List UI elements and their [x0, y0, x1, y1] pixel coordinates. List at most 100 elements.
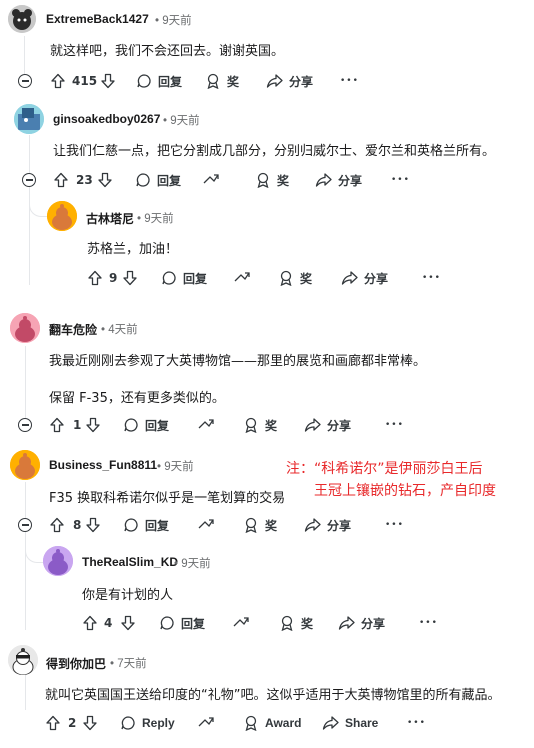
- comment-text: 就叫它英国国王送给印度的“礼物”吧。这似乎适用于大英博物馆里的所有藏品。: [45, 688, 501, 703]
- more-options-button[interactable]: •••: [407, 712, 426, 734]
- comment-text: 让我们仁慈一点，把它分割成几部分，分别归威尔士、爱尔兰和英格兰所有。: [53, 144, 496, 159]
- more-options-button[interactable]: •••: [391, 169, 410, 191]
- username[interactable]: 古林塔尼: [86, 210, 134, 227]
- user-avatar[interactable]: [14, 104, 44, 134]
- award-icon: [281, 615, 293, 631]
- user-avatar[interactable]: [10, 313, 40, 343]
- share-button[interactable]: 分享: [341, 267, 388, 289]
- comment-text: 苏格兰，加油！: [87, 242, 179, 257]
- reply-button[interactable]: 回复: [123, 414, 169, 436]
- upvote-button[interactable]: [53, 169, 69, 191]
- downvote-button[interactable]: [122, 267, 138, 289]
- share-button[interactable]: 分享: [315, 169, 362, 191]
- more-options-button[interactable]: •••: [340, 70, 359, 92]
- reply-button[interactable]: 回复: [135, 169, 181, 191]
- more-options-button[interactable]: •••: [385, 414, 404, 436]
- reply-button[interactable]: 回复: [159, 612, 205, 634]
- reply-button[interactable]: 回复: [161, 267, 207, 289]
- vote-count: 2: [68, 716, 77, 730]
- share-icon: [341, 271, 358, 285]
- username[interactable]: TheRealSlim_KD: [82, 555, 178, 569]
- user-avatar[interactable]: [8, 5, 36, 33]
- share-button[interactable]: 分享: [266, 70, 313, 92]
- award-button[interactable]: 奖: [278, 267, 312, 289]
- downvote-icon: [101, 73, 115, 89]
- collapse-thread-button[interactable]: [22, 173, 36, 187]
- action-bar: 8 回复 奖 分享 •••: [49, 514, 449, 536]
- upvote-icon: [46, 715, 60, 731]
- share-button[interactable]: Share: [322, 712, 378, 734]
- username[interactable]: 翻车危险: [49, 321, 97, 338]
- upvote-button[interactable]: [87, 267, 103, 289]
- share-button[interactable]: 分享: [338, 612, 385, 634]
- action-bar: 9 回复 奖 分享 •••: [87, 267, 487, 289]
- tip-button[interactable]: [197, 712, 215, 734]
- vote-count: 4: [104, 616, 113, 630]
- award-button[interactable]: 奖: [205, 70, 239, 92]
- upvote-icon: [88, 270, 102, 286]
- share-icon: [322, 716, 339, 730]
- collapse-thread-button[interactable]: [18, 418, 32, 432]
- tip-icon: [198, 519, 214, 529]
- username[interactable]: 得到你加巴: [46, 655, 106, 672]
- comment-text: 保留 F-35，还有更多类似的。: [49, 391, 225, 406]
- timestamp: 7天前: [110, 655, 146, 671]
- upvote-button[interactable]: [49, 514, 65, 536]
- downvote-button[interactable]: [82, 712, 98, 734]
- comment-text: 你是有计划的人: [82, 588, 174, 603]
- award-button[interactable]: 奖: [243, 514, 277, 536]
- reply-icon: [136, 173, 150, 187]
- more-options-button[interactable]: •••: [385, 514, 404, 536]
- downvote-button[interactable]: [100, 70, 116, 92]
- downvote-button[interactable]: [85, 414, 101, 436]
- more-options-button[interactable]: •••: [419, 612, 438, 634]
- vote-count: 9: [109, 271, 118, 285]
- downvote-icon: [98, 172, 112, 188]
- user-avatar[interactable]: [43, 546, 73, 576]
- timestamp: 9天前: [174, 555, 210, 571]
- downvote-button[interactable]: [97, 169, 113, 191]
- comment-text: 我最近刚刚去参观了大英博物馆——那里的展览和画廊都非常棒。: [49, 354, 427, 369]
- share-icon: [266, 74, 283, 88]
- collapse-thread-button[interactable]: [18, 518, 32, 532]
- downvote-button[interactable]: [85, 514, 101, 536]
- award-button[interactable]: Award: [243, 712, 301, 734]
- reply-icon: [121, 716, 135, 730]
- tip-button[interactable]: [197, 514, 215, 536]
- tip-button[interactable]: [232, 612, 250, 634]
- username[interactable]: Business_Fun8811: [49, 458, 157, 472]
- timestamp: 4天前: [101, 321, 137, 337]
- tip-button[interactable]: [202, 169, 220, 191]
- reply-button[interactable]: Reply: [120, 712, 175, 734]
- award-icon: [245, 517, 257, 533]
- timestamp: 9天前: [155, 12, 191, 28]
- reply-button[interactable]: 回复: [123, 514, 169, 536]
- username[interactable]: ginsoakedboy0267: [53, 112, 160, 126]
- tip-icon: [203, 174, 219, 184]
- tip-button[interactable]: [197, 414, 215, 436]
- user-avatar[interactable]: [8, 645, 38, 675]
- upvote-button[interactable]: [50, 70, 66, 92]
- award-button[interactable]: 奖: [255, 169, 289, 191]
- vote-count: 1: [73, 418, 82, 432]
- award-button[interactable]: 奖: [243, 414, 277, 436]
- user-avatar[interactable]: [47, 201, 77, 231]
- more-options-button[interactable]: •••: [422, 267, 441, 289]
- user-avatar[interactable]: [10, 450, 40, 480]
- collapse-thread-button[interactable]: [18, 74, 32, 88]
- upvote-button[interactable]: [49, 414, 65, 436]
- tip-icon: [198, 419, 214, 429]
- share-button[interactable]: 分享: [304, 514, 351, 536]
- share-button[interactable]: 分享: [304, 414, 351, 436]
- award-button[interactable]: 奖: [279, 612, 313, 634]
- upvote-button[interactable]: [82, 612, 98, 634]
- upvote-button[interactable]: [45, 712, 61, 734]
- annotation-line: 王冠上镶嵌的钻石，产自印度: [314, 483, 496, 499]
- tip-icon: [234, 272, 250, 282]
- downvote-button[interactable]: [120, 612, 136, 634]
- reply-button[interactable]: 回复: [136, 70, 182, 92]
- username[interactable]: ExtremeBack1427: [46, 12, 149, 26]
- reply-icon: [160, 616, 174, 630]
- comment-text: F35 换取科希诺尔似乎是一笔划算的交易: [49, 491, 286, 506]
- tip-button[interactable]: [233, 267, 251, 289]
